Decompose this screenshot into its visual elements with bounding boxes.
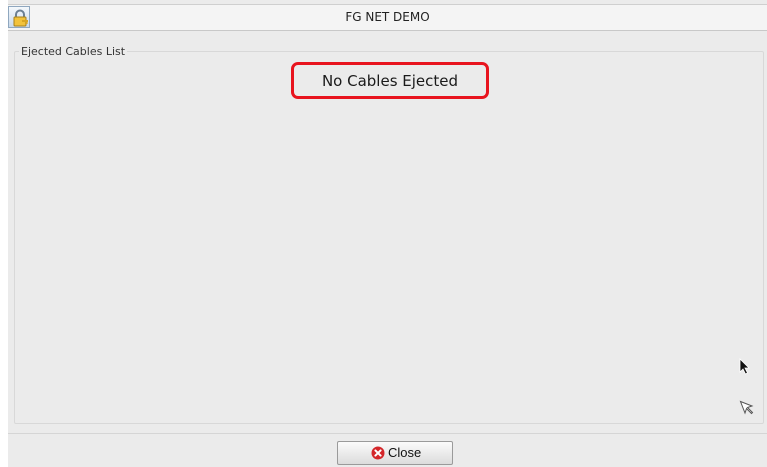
arrow-cursor-icon [739,358,750,375]
title-bar: FG NET DEMO [8,4,767,31]
outline-arrow-cursor-icon [739,400,754,415]
app-window: FG NET DEMO Ejected Cables List No Cable… [8,0,767,467]
close-button-label: Close [388,445,422,460]
close-button[interactable]: Close [337,441,453,465]
window-title: FG NET DEMO [345,10,430,24]
ejected-cables-group [14,51,764,424]
no-cables-message: No Cables Ejected [291,62,489,99]
close-circle-icon [371,446,385,460]
group-label: Ejected Cables List [19,45,128,58]
